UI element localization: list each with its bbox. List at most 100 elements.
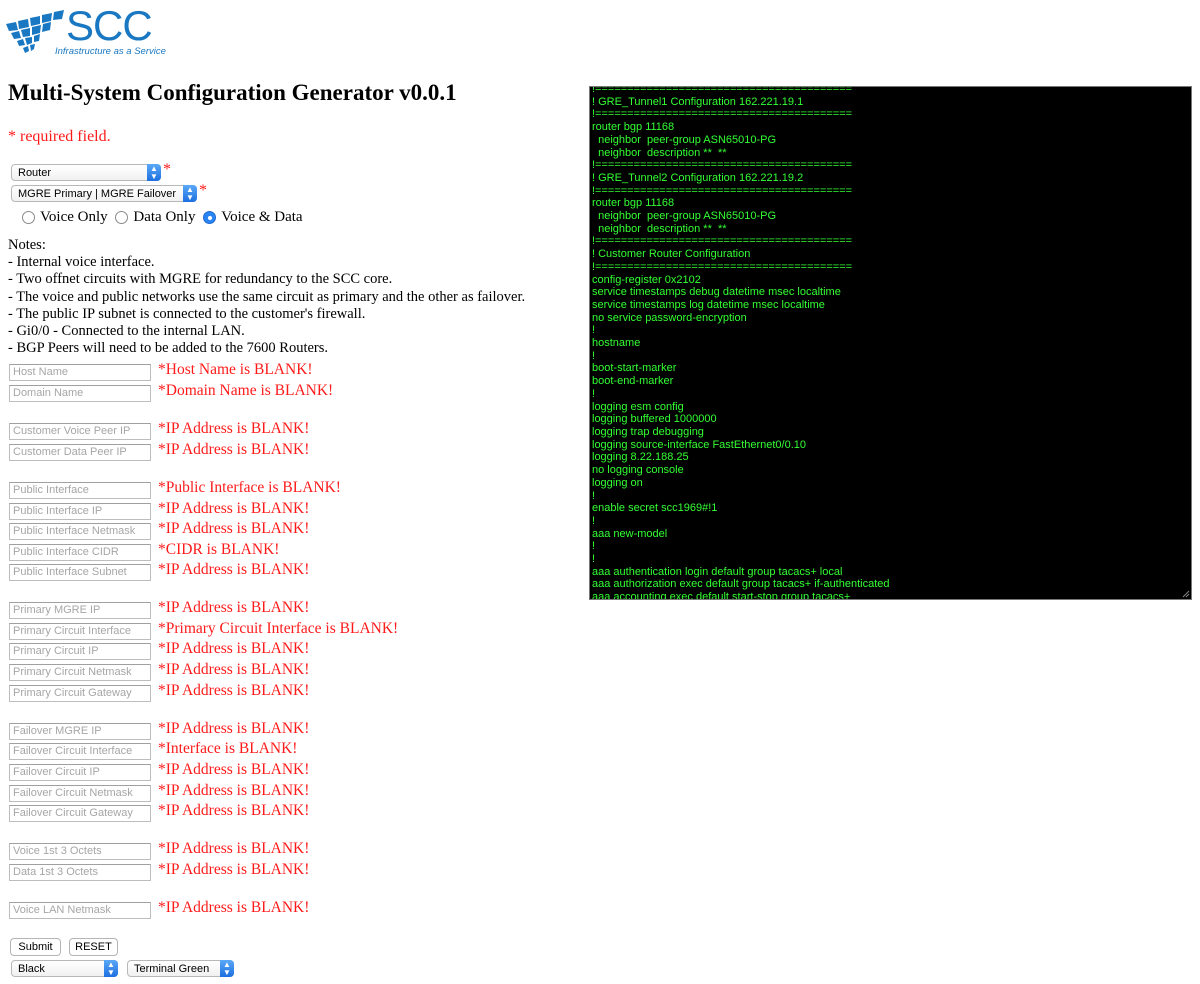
- config-output-line: aaa authorization exec default group tac…: [592, 578, 890, 591]
- config-output-line: !: [592, 489, 596, 502]
- radio-button-selected-icon[interactable]: [203, 211, 217, 224]
- submit-button[interactable]: Submit: [10, 938, 61, 956]
- public-interface-cidr-input[interactable]: Public Interface CIDR: [9, 544, 151, 561]
- host-name-error: *Host Name is BLANK!: [158, 361, 313, 378]
- primary-circuit-gateway-input[interactable]: Primary Circuit Gateway: [9, 685, 151, 702]
- logo-brand-text: SCC: [66, 2, 153, 49]
- notes-heading: Notes:: [8, 237, 46, 253]
- public-interface-netmask-input[interactable]: Public Interface Netmask: [9, 523, 151, 540]
- data-octets-input[interactable]: Data 1st 3 Octets: [9, 864, 151, 881]
- config-output-line: config-register 0x2102: [592, 273, 701, 286]
- config-output-line: router bgp 11168: [592, 121, 675, 134]
- config-output-line: logging buffered 1000000: [592, 413, 717, 426]
- config-output-line: aaa accounting exec default start-stop g…: [592, 591, 851, 600]
- font-color-select-value: Terminal Green: [134, 963, 210, 975]
- domain-name-error: *Domain Name is BLANK!: [158, 382, 334, 399]
- failover-mgre-ip-input[interactable]: Failover MGRE IP: [9, 723, 151, 740]
- config-output-line: !: [592, 387, 596, 400]
- public-interface-cidr-error: *CIDR is BLANK!: [158, 541, 280, 558]
- config-output-line: service timestamps log datetime msec loc…: [592, 298, 825, 311]
- config-output-line: !=======================================…: [592, 260, 853, 273]
- select-arrows-icon: ▲ ▼: [147, 164, 161, 181]
- config-output-line: no service password-encryption: [592, 311, 747, 324]
- failover-circuit-netmask-input[interactable]: Failover Circuit Netmask: [9, 785, 151, 802]
- reset-button[interactable]: RESET: [69, 938, 118, 956]
- resize-grip-icon[interactable]: [1182, 590, 1190, 598]
- service-type-radio-group: Voice Only Data Only Voice & Data: [22, 209, 307, 229]
- customer-data-peer-ip-error: *IP Address is BLANK!: [158, 441, 310, 458]
- notes-block: Notes: - Internal voice interface. - Two…: [8, 237, 525, 357]
- font-color-select[interactable]: Terminal Green ▲ ▼: [127, 960, 234, 977]
- failover-circuit-ip-error: *IP Address is BLANK!: [158, 761, 310, 778]
- public-interface-subnet-input[interactable]: Public Interface Subnet: [9, 564, 151, 581]
- config-output-line: !=======================================…: [592, 86, 853, 95]
- public-interface-input[interactable]: Public Interface: [9, 482, 151, 499]
- public-interface-error: *Public Interface is BLANK!: [158, 479, 341, 496]
- config-output-line: aaa new-model: [592, 527, 668, 540]
- primary-circuit-ip-input[interactable]: Primary Circuit IP: [9, 643, 151, 660]
- domain-name-input[interactable]: Domain Name: [9, 385, 151, 402]
- customer-voice-peer-ip-input[interactable]: Customer Voice Peer IP: [9, 423, 151, 440]
- failover-circuit-interface-input[interactable]: Failover Circuit Interface: [9, 743, 151, 760]
- radio-voice-and-data[interactable]: Voice & Data: [203, 209, 303, 226]
- background-color-select-value: Black: [18, 963, 45, 975]
- page-title: Multi-System Configuration Generator v0.…: [8, 80, 457, 105]
- config-output-line: !=======================================…: [592, 184, 853, 197]
- logo-tagline: Infrastructure as a Service: [55, 46, 166, 57]
- radio-voice-and-data-label: Voice & Data: [221, 209, 303, 225]
- config-output-line: logging on: [592, 476, 643, 489]
- primary-circuit-netmask-input[interactable]: Primary Circuit Netmask: [9, 664, 151, 681]
- note-line: - BGP Peers will need to be added to the…: [8, 340, 329, 357]
- voice-lan-netmask-error: *IP Address is BLANK!: [158, 899, 310, 916]
- voice-octets-input[interactable]: Voice 1st 3 Octets: [9, 843, 151, 860]
- primary-circuit-interface-input[interactable]: Primary Circuit Interface: [9, 623, 151, 640]
- public-interface-netmask-error: *IP Address is BLANK!: [158, 520, 310, 537]
- device-type-select-value: Router: [18, 167, 52, 179]
- note-line: - The voice and public networks use the …: [8, 288, 526, 305]
- required-field-note: * required field.: [8, 128, 111, 145]
- device-type-required-mark: *: [163, 161, 171, 178]
- device-type-select[interactable]: Router ▲ ▼: [11, 164, 161, 181]
- config-output-line: boot-start-marker: [592, 362, 677, 375]
- config-output-line: no logging console: [592, 464, 684, 477]
- failover-circuit-gateway-input[interactable]: Failover Circuit Gateway: [9, 805, 151, 822]
- select-arrows-icon: ▲ ▼: [220, 960, 234, 977]
- config-output-line: neighbor peer-group ASN65010-PG: [592, 133, 777, 146]
- primary-circuit-netmask-error: *IP Address is BLANK!: [158, 661, 310, 678]
- radio-button-icon[interactable]: [115, 211, 129, 224]
- voice-lan-netmask-input[interactable]: Voice LAN Netmask: [9, 902, 151, 919]
- config-output-line: aaa authentication login default group t…: [592, 565, 843, 578]
- failover-mgre-ip-error: *IP Address is BLANK!: [158, 720, 310, 737]
- select-arrows-icon: ▲ ▼: [183, 185, 197, 202]
- primary-circuit-gateway-error: *IP Address is BLANK!: [158, 682, 310, 699]
- note-line: - The public IP subnet is connected to t…: [8, 305, 366, 322]
- config-output-line: logging trap debugging: [592, 425, 704, 438]
- customer-voice-peer-ip-error: *IP Address is BLANK!: [158, 420, 310, 437]
- primary-mgre-ip-input[interactable]: Primary MGRE IP: [9, 602, 151, 619]
- public-interface-ip-input[interactable]: Public Interface IP: [9, 503, 151, 520]
- host-name-input[interactable]: Host Name: [9, 364, 151, 381]
- config-output-line: enable secret scc1969#!1: [592, 502, 718, 515]
- public-interface-ip-error: *IP Address is BLANK!: [158, 500, 310, 517]
- failover-circuit-gateway-error: *IP Address is BLANK!: [158, 802, 310, 819]
- radio-voice-only[interactable]: Voice Only: [22, 209, 108, 226]
- radio-voice-only-label: Voice Only: [40, 209, 108, 225]
- background-color-select[interactable]: Black ▲ ▼: [11, 960, 118, 977]
- primary-circuit-ip-error: *IP Address is BLANK!: [158, 640, 310, 657]
- config-output-line: !: [592, 324, 596, 337]
- failover-circuit-ip-input[interactable]: Failover Circuit IP: [9, 764, 151, 781]
- config-output-line: hostname: [592, 337, 641, 350]
- radio-button-icon[interactable]: [22, 211, 35, 224]
- radio-data-only[interactable]: Data Only: [115, 209, 195, 226]
- customer-data-peer-ip-input[interactable]: Customer Data Peer IP: [9, 444, 151, 461]
- config-output-textarea[interactable]: !=======================================…: [589, 86, 1192, 600]
- data-octets-error: *IP Address is BLANK!: [158, 861, 310, 878]
- config-output-line: logging esm config: [592, 400, 684, 413]
- config-output-line: ! Customer Router Configuration: [592, 248, 751, 261]
- config-output-line: service timestamps debug datetime msec l…: [592, 286, 841, 299]
- config-output-line: !: [592, 540, 596, 553]
- topology-select[interactable]: MGRE Primary | MGRE Failover ▲ ▼: [11, 185, 197, 202]
- topology-required-mark: *: [199, 182, 207, 199]
- radio-data-only-label: Data Only: [133, 209, 196, 225]
- config-output-line: boot-end-marker: [592, 375, 674, 388]
